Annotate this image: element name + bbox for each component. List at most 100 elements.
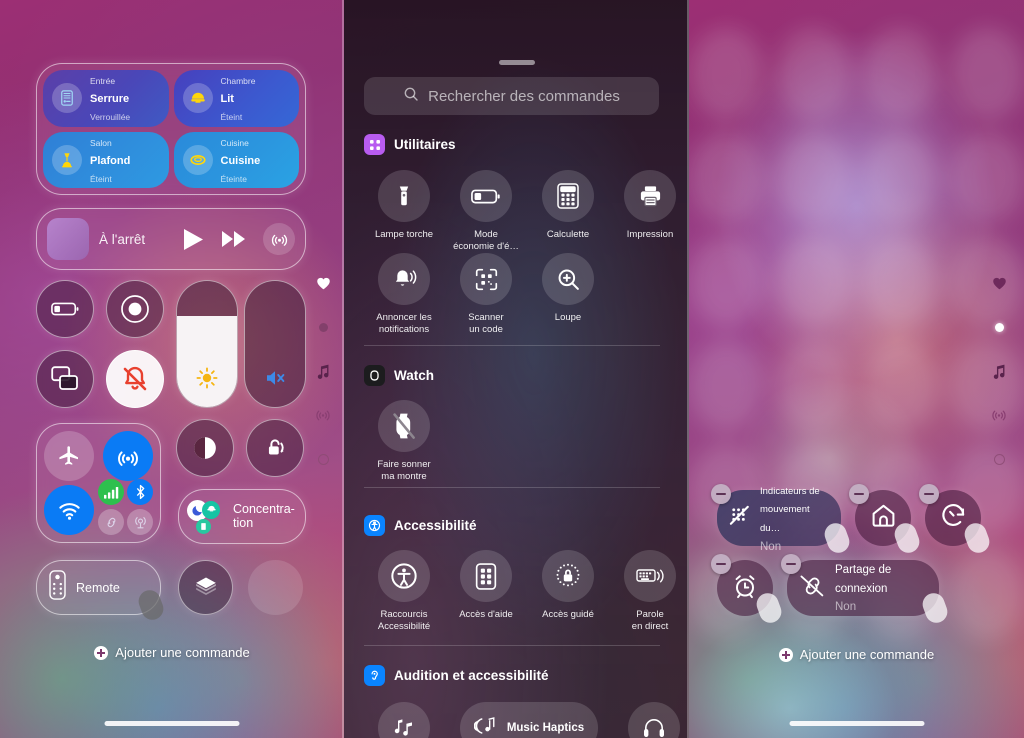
sheet-grabber[interactable] <box>498 60 535 65</box>
play-icon[interactable] <box>182 227 205 252</box>
widget-label: Partage de connexion <box>835 564 892 595</box>
section-header-utilitaires: Utilitaires <box>364 134 456 155</box>
section-header-accessibilite: Accessibilité <box>364 515 477 536</box>
add-command-button-right[interactable]: Ajouter une commande <box>689 647 1024 662</box>
toggle-silent-mode[interactable] <box>106 350 164 408</box>
home-tile-plafond[interactable]: Salon Plafond Éteint <box>43 131 169 188</box>
remove-widget-button[interactable] <box>781 554 801 574</box>
widget-hotspot[interactable]: Partage de connexion Non <box>781 554 951 626</box>
home-tile-cuisine[interactable]: Cuisine Cuisine Éteinte <box>173 131 299 188</box>
toggle-screen-record[interactable] <box>106 280 164 338</box>
tile-calculette[interactable]: Calculette <box>527 170 609 252</box>
remove-widget-button[interactable] <box>711 484 731 504</box>
home-icon <box>870 502 897 534</box>
cellular-icon <box>103 486 119 499</box>
tile-music-haptics[interactable]: Music Haptics <box>459 702 599 738</box>
remove-widget-button[interactable] <box>711 554 731 574</box>
widget-timer[interactable] <box>919 484 993 556</box>
tile-acces-aide[interactable]: Accès d'aide <box>445 550 527 632</box>
remote-icon <box>49 570 66 605</box>
tile-music-notes[interactable] <box>363 702 445 738</box>
toggle-rotation-lock[interactable] <box>246 419 304 477</box>
toggle-airdrop[interactable] <box>103 431 153 481</box>
accessibility-icon <box>364 515 385 536</box>
rail-favorites[interactable] <box>992 274 1007 292</box>
dark-mode-icon <box>191 434 219 462</box>
widget-alarm[interactable] <box>711 554 785 626</box>
panel-divider <box>687 0 689 738</box>
add-command-button-left[interactable]: Ajouter une commande <box>0 645 344 660</box>
widget-motion-cues[interactable]: Indicateurs de mouvement du… Non <box>711 484 853 556</box>
tile-headphones[interactable] <box>613 702 689 738</box>
toggle-wifi[interactable] <box>44 485 94 535</box>
media-player-widget[interactable]: À l'arrêt <box>36 208 306 270</box>
speaker-mute-icon <box>263 366 287 395</box>
rail-favorites[interactable] <box>316 274 331 292</box>
volume-slider[interactable] <box>244 280 306 408</box>
focus-icons <box>187 498 227 536</box>
layers-button[interactable] <box>178 560 233 615</box>
focus-widget[interactable]: Concentra- tion <box>178 489 306 544</box>
empty-control-slot[interactable] <box>248 560 303 615</box>
control-center-screenshot: Entrée Serrure Verrouillée Chambre Lit É <box>0 0 1024 738</box>
rail-home[interactable] <box>993 450 1005 468</box>
tile-raccourcis-accessibilite[interactable]: Raccourcis Accessibilité <box>363 550 445 632</box>
search-placeholder: Rechercher des commandes <box>428 87 620 105</box>
home-tile-lit[interactable]: Chambre Lit Éteint <box>173 70 299 127</box>
toggle-screen-mirror[interactable] <box>36 350 94 408</box>
remote-widget[interactable]: Remote <box>36 560 167 623</box>
toggle-low-power-mode[interactable] <box>36 280 94 338</box>
tile-acces-guide[interactable]: Accès guidé <box>527 550 609 632</box>
fast-forward-icon[interactable] <box>221 230 247 248</box>
rail-page-dot[interactable] <box>318 318 328 336</box>
search-input[interactable]: Rechercher des commandes <box>364 77 659 115</box>
toggle-bluetooth[interactable] <box>127 479 153 505</box>
tile-name: Serrure <box>90 93 130 106</box>
ceiling-light-icon <box>182 144 213 175</box>
guided-access-icon <box>542 550 594 602</box>
brightness-slider[interactable] <box>176 280 238 408</box>
rail-page-dot[interactable] <box>994 318 1004 336</box>
remove-widget-button[interactable] <box>849 484 869 504</box>
tile-lampe-torche[interactable]: Lampe torche <box>363 170 445 252</box>
toggle-vpn[interactable] <box>98 509 124 535</box>
home-indicator <box>104 721 240 726</box>
tile-scanner-code[interactable]: Scanner un code <box>445 253 527 335</box>
floor-lamp-icon <box>52 144 82 175</box>
section-title: Audition et accessibilité <box>394 668 549 683</box>
tile-row-audition: Music Haptics <box>363 702 689 738</box>
tile-label: Calculette <box>546 229 590 240</box>
tile-impression[interactable]: Impression <box>609 170 689 252</box>
tile-annoncer-notifications[interactable]: Annoncer les notifications <box>363 253 445 335</box>
battery-low-icon <box>51 301 79 317</box>
tile-label: Faire sonner ma montre <box>377 459 431 482</box>
layers-icon <box>192 574 220 602</box>
rail-connectivity[interactable] <box>315 406 331 424</box>
rail-music[interactable] <box>992 362 1006 380</box>
toggle-satellite[interactable] <box>127 509 153 535</box>
tile-room: Salon <box>90 137 112 148</box>
rail-connectivity[interactable] <box>991 406 1007 424</box>
toggle-dark-mode[interactable] <box>176 419 234 477</box>
tile-row-accessibilite: Raccourcis Accessibilité Accès d'aide Ac… <box>363 550 689 632</box>
remove-widget-button[interactable] <box>919 484 939 504</box>
airplay-icon[interactable] <box>263 223 295 255</box>
tile-mode-economie[interactable]: Mode économie d'é… <box>445 170 527 252</box>
widget-home-app[interactable] <box>849 484 923 556</box>
toggle-cellular[interactable] <box>98 479 124 505</box>
qr-scan-icon <box>460 253 512 305</box>
tile-name: Cuisine <box>220 154 261 167</box>
rail-music[interactable] <box>316 362 330 380</box>
home-tile-serrure[interactable]: Entrée Serrure Verrouillée <box>43 70 169 127</box>
section-title: Watch <box>394 368 434 383</box>
tile-row-watch: Faire sonner ma montre <box>363 400 445 482</box>
focus-label: Concentra- tion <box>233 501 295 530</box>
tile-loupe[interactable]: Loupe <box>527 253 609 335</box>
rail-home[interactable] <box>317 450 329 468</box>
resize-handle[interactable] <box>135 587 167 623</box>
vpn-icon <box>104 515 119 530</box>
panel-control-center-page1: Entrée Serrure Verrouillée Chambre Lit É <box>0 0 344 738</box>
tile-parole-en-direct[interactable]: Parole en direct <box>609 550 689 632</box>
toggle-airplane-mode[interactable] <box>44 431 94 481</box>
tile-faire-sonner-montre[interactable]: Faire sonner ma montre <box>363 400 445 482</box>
